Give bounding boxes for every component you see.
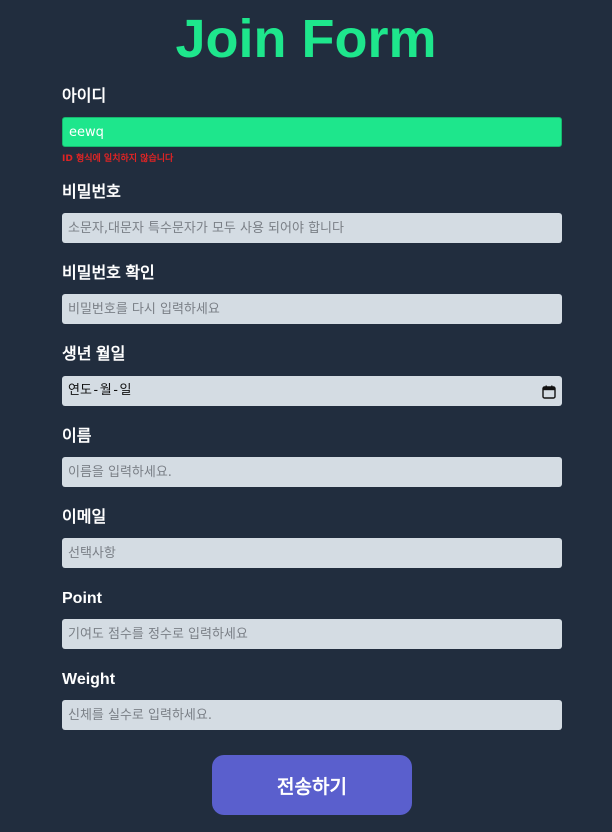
id-label: 아이디 bbox=[62, 88, 107, 105]
birthdate-label: 생년 월일 bbox=[62, 346, 126, 363]
point-label: Point bbox=[62, 590, 102, 607]
password-input[interactable] bbox=[62, 213, 562, 243]
password-confirm-label: 비밀번호 확인 bbox=[62, 265, 155, 282]
submit-button[interactable]: 전송하기 bbox=[212, 755, 412, 815]
id-input[interactable] bbox=[62, 117, 562, 147]
calendar-icon[interactable] bbox=[542, 384, 556, 399]
email-label: 이메일 bbox=[62, 509, 107, 526]
password-label: 비밀번호 bbox=[62, 184, 121, 201]
page-title: Join Form bbox=[175, 9, 437, 69]
email-input[interactable] bbox=[62, 538, 562, 568]
point-input[interactable] bbox=[62, 619, 562, 649]
name-label: 이름 bbox=[62, 428, 92, 445]
weight-label: Weight bbox=[62, 671, 116, 688]
join-form-page: Join Form 아이디 ID 형식에 일치하지 않습니다 비밀번호 비밀번호… bbox=[0, 0, 612, 832]
password-confirm-input[interactable] bbox=[62, 294, 562, 324]
birthdate-input[interactable]: 연도-월-일 bbox=[62, 376, 562, 406]
name-input[interactable] bbox=[62, 457, 562, 487]
birthdate-placeholder: 연도-월-일 bbox=[68, 383, 132, 398]
weight-input[interactable] bbox=[62, 700, 562, 730]
id-error-message: ID 형식에 일치하지 않습니다 bbox=[62, 154, 174, 164]
